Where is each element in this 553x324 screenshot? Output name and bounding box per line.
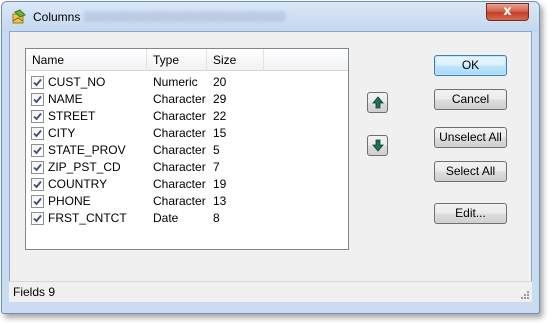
column-name: FRST_CNTCT <box>48 211 127 225</box>
column-size: 22 <box>213 109 227 123</box>
column-type: Character <box>153 177 206 191</box>
checkmark-icon <box>33 146 42 155</box>
table-row[interactable]: PHONE Character 13 <box>26 193 348 210</box>
app-icon <box>12 9 26 24</box>
column-size: 20 <box>213 75 227 89</box>
columns-dialog: Columns x Name Type Size CUST_NO Numeric 2… <box>1 1 540 314</box>
column-checkbox[interactable] <box>31 178 44 191</box>
cancel-button[interactable]: Cancel <box>434 89 507 110</box>
table-row[interactable]: CITY Character 15 <box>26 125 348 142</box>
column-checkbox[interactable] <box>31 161 44 174</box>
column-checkbox[interactable] <box>31 144 44 157</box>
resize-grip-icon[interactable] <box>520 290 530 300</box>
column-size: 13 <box>213 194 227 208</box>
column-type: Character <box>153 92 206 106</box>
column-checkbox[interactable] <box>31 212 44 225</box>
unselect-all-button[interactable]: Unselect All <box>434 127 507 148</box>
header-type[interactable]: Type <box>147 49 207 71</box>
move-down-button[interactable] <box>367 135 388 156</box>
column-checkbox[interactable] <box>31 127 44 140</box>
column-type: Character <box>153 126 206 140</box>
checkmark-icon <box>33 180 42 189</box>
column-name: CITY <box>48 126 76 140</box>
column-size: 8 <box>213 211 220 225</box>
list-header: Name Type Size <box>26 49 348 71</box>
column-name: CUST_NO <box>48 75 106 89</box>
column-size: 7 <box>213 160 220 174</box>
checkmark-icon <box>33 129 42 138</box>
checkmark-icon <box>33 112 42 121</box>
column-size: 5 <box>213 143 220 157</box>
column-checkbox[interactable] <box>31 195 44 208</box>
table-row[interactable]: ZIP_PST_CD Character 7 <box>26 159 348 176</box>
column-size: 19 <box>213 177 227 191</box>
field-count: Fields 9 <box>13 285 56 299</box>
arrow-down-icon <box>372 139 384 152</box>
columns-list[interactable]: Name Type Size CUST_NO Numeric 20 NAME Chara… <box>25 48 349 250</box>
status-bar: Fields 9 <box>9 281 532 302</box>
select-all-button[interactable]: Select All <box>434 161 507 182</box>
column-type: Numeric <box>153 75 198 89</box>
column-name: ZIP_PST_CD <box>48 160 121 174</box>
column-type: Character <box>153 109 206 123</box>
table-row[interactable]: STREET Character 22 <box>26 108 348 125</box>
column-size: 15 <box>213 126 227 140</box>
table-row[interactable]: FRST_CNTCT Date 8 <box>26 210 348 227</box>
close-button[interactable]: x <box>486 3 529 21</box>
table-row[interactable]: CUST_NO Numeric 20 <box>26 74 348 91</box>
column-checkbox[interactable] <box>31 93 44 106</box>
header-name[interactable]: Name <box>26 49 147 71</box>
table-row[interactable]: STATE_PROV Character 5 <box>26 142 348 159</box>
checkmark-icon <box>33 78 42 87</box>
table-row[interactable]: COUNTRY Character 19 <box>26 176 348 193</box>
column-name: NAME <box>48 92 83 106</box>
ok-button[interactable]: OK <box>434 55 507 76</box>
checkmark-icon <box>33 197 42 206</box>
table-row[interactable]: NAME Character 29 <box>26 91 348 108</box>
arrow-up-icon <box>372 96 384 109</box>
column-name: STREET <box>48 109 96 123</box>
column-type: Character <box>153 194 206 208</box>
column-type: Character <box>153 160 206 174</box>
column-size: 29 <box>213 92 227 106</box>
dialog-body: Name Type Size CUST_NO Numeric 20 NAME Chara… <box>9 31 532 301</box>
column-checkbox[interactable] <box>31 76 44 89</box>
checkmark-icon <box>33 163 42 172</box>
checkmark-icon <box>33 214 42 223</box>
column-type: Date <box>153 211 179 225</box>
column-name: PHONE <box>48 194 91 208</box>
column-name: STATE_PROV <box>48 143 126 157</box>
move-up-button[interactable] <box>367 92 388 113</box>
column-checkbox[interactable] <box>31 110 44 123</box>
window-title: Columns <box>33 10 81 24</box>
blurred-file-path <box>84 11 286 22</box>
column-name: COUNTRY <box>48 177 108 191</box>
title-bar[interactable]: Columns x <box>2 2 539 32</box>
column-type: Character <box>153 143 206 157</box>
checkmark-icon <box>33 95 42 104</box>
header-size[interactable]: Size <box>207 49 264 71</box>
edit-button[interactable]: Edit... <box>434 203 507 224</box>
